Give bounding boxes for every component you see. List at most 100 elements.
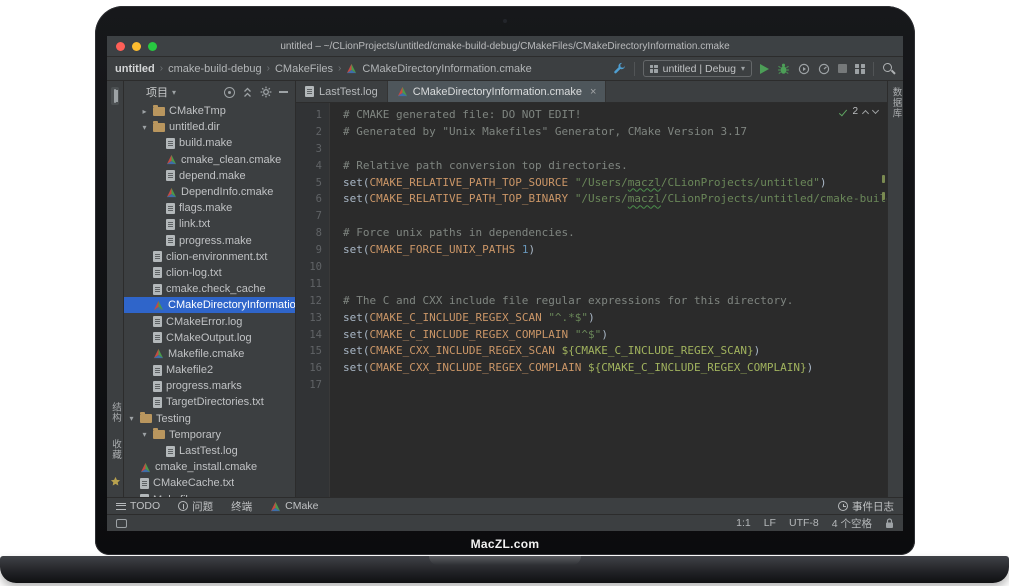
folder-icon: [153, 430, 165, 439]
inspection-widget[interactable]: 2: [839, 106, 878, 117]
code-line[interactable]: set(CMAKE_RELATIVE_PATH_TOP_SOURCE "/Use…: [343, 175, 887, 192]
tree-item[interactable]: link.txt: [124, 216, 295, 232]
code-line[interactable]: set(CMAKE_CXX_INCLUDE_REGEX_SCAN ${CMAKE…: [343, 343, 887, 360]
tree-item[interactable]: Makefile.cmake: [124, 346, 295, 362]
chevron-open-icon[interactable]: ▾: [140, 430, 149, 439]
breadcrumb-file[interactable]: CMakeDirectoryInformation.cmake: [362, 63, 531, 75]
project-panel-title[interactable]: 项目: [146, 84, 168, 100]
file-encoding[interactable]: UTF-8: [789, 517, 819, 529]
tool-window-switcher-icon[interactable]: [116, 519, 127, 528]
breadcrumb-project[interactable]: untitled: [115, 63, 155, 75]
minimize-window-button[interactable]: [132, 42, 141, 51]
hide-panel-icon[interactable]: [279, 91, 288, 93]
project-tool-button[interactable]: [111, 87, 119, 105]
file-icon: [153, 332, 162, 343]
lock-icon[interactable]: [885, 518, 894, 529]
coverage-button[interactable]: [798, 63, 810, 75]
stop-button[interactable]: [838, 64, 847, 73]
tree-item[interactable]: ▸CMakeTmp: [124, 103, 295, 119]
favorites-tool-button[interactable]: 收藏: [108, 439, 122, 460]
code-line[interactable]: set(CMAKE_FORCE_UNIX_PATHS 1): [343, 242, 887, 259]
tree-item[interactable]: clion-log.txt: [124, 265, 295, 281]
structure-tool-button[interactable]: 结构: [108, 402, 122, 423]
database-tool-button[interactable]: 数据库: [889, 87, 903, 119]
profiler-button[interactable]: [818, 63, 830, 75]
tree-item[interactable]: cmake_install.cmake: [124, 459, 295, 475]
cmake-tool-button[interactable]: CMake: [270, 500, 318, 512]
tree-item[interactable]: progress.make: [124, 233, 295, 249]
collapse-all-icon[interactable]: [242, 87, 253, 98]
code-line[interactable]: [343, 377, 887, 394]
code-line[interactable]: # Force unix paths in dependencies.: [343, 225, 887, 242]
code-line[interactable]: # The C and CXX include file regular exp…: [343, 293, 887, 310]
code-line[interactable]: [343, 141, 887, 158]
prev-problem-icon[interactable]: [862, 109, 869, 116]
locate-icon[interactable]: [224, 87, 235, 98]
tree-item[interactable]: CMakeError.log: [124, 313, 295, 329]
code-line[interactable]: [343, 208, 887, 225]
tree-item[interactable]: CMakeOutput.log: [124, 330, 295, 346]
zoom-window-button[interactable]: [148, 42, 157, 51]
code-area[interactable]: # CMAKE generated file: DO NOT EDIT!# Ge…: [330, 103, 887, 497]
code-line[interactable]: # Relative path conversion top directori…: [343, 158, 887, 175]
tree-item[interactable]: clion-environment.txt: [124, 249, 295, 265]
next-problem-icon[interactable]: [872, 107, 879, 114]
code-line[interactable]: [343, 276, 887, 293]
code-line[interactable]: # CMAKE generated file: DO NOT EDIT!: [343, 107, 887, 124]
tree-item[interactable]: ▾Testing: [124, 411, 295, 427]
indent-setting[interactable]: 4 个空格: [832, 516, 872, 531]
tree-item[interactable]: LastTest.log: [124, 443, 295, 459]
tree-item[interactable]: ▾untitled.dir: [124, 119, 295, 135]
terminal-tool-button[interactable]: 终端: [231, 499, 252, 514]
code-line[interactable]: # Generated by "Unix Makefiles" Generato…: [343, 124, 887, 141]
tab-cmakedirectoryinformation[interactable]: CMakeDirectoryInformation.cmake ×: [388, 81, 607, 102]
run-config-label: untitled | Debug: [663, 63, 736, 75]
tree-item[interactable]: Makefile2: [124, 362, 295, 378]
line-number: 5: [296, 175, 329, 192]
traffic-lights: [116, 42, 157, 51]
caret-position[interactable]: 1:1: [736, 517, 751, 529]
tree-item[interactable]: ▾Temporary: [124, 427, 295, 443]
close-tab-icon[interactable]: ×: [590, 86, 596, 98]
log-file-icon: [305, 86, 314, 97]
project-tree[interactable]: ▸CMakeTmp▾untitled.dirbuild.makecmake_cl…: [124, 103, 295, 497]
search-everywhere-button[interactable]: [882, 62, 895, 75]
tree-item[interactable]: cmake_clean.cmake: [124, 152, 295, 168]
tree-item[interactable]: depend.make: [124, 168, 295, 184]
breadcrumb-dir[interactable]: cmake-build-debug: [168, 63, 262, 75]
run-button[interactable]: [760, 64, 769, 74]
breadcrumb-dir[interactable]: CMakeFiles: [275, 63, 333, 75]
code-line[interactable]: set(CMAKE_C_INCLUDE_REGEX_COMPLAIN "^$"): [343, 327, 887, 344]
tree-item[interactable]: progress.marks: [124, 378, 295, 394]
chevron-closed-icon[interactable]: ▸: [140, 107, 149, 116]
tree-item[interactable]: DependInfo.cmake: [124, 184, 295, 200]
event-log-button[interactable]: 事件日志: [838, 499, 894, 514]
tree-item[interactable]: flags.make: [124, 200, 295, 216]
tab-lasttest-log[interactable]: LastTest.log: [296, 81, 388, 102]
debug-button[interactable]: [777, 62, 790, 75]
code-line[interactable]: set(CMAKE_C_INCLUDE_REGEX_SCAN "^.*$"): [343, 310, 887, 327]
wrench-icon[interactable]: [613, 62, 626, 75]
star-icon[interactable]: [110, 476, 121, 487]
tree-item[interactable]: TargetDirectories.txt: [124, 394, 295, 410]
problems-tool-button[interactable]: 问题: [178, 499, 213, 514]
tree-item[interactable]: cmake.check_cache: [124, 281, 295, 297]
line-number: 16: [296, 360, 329, 377]
error-stripe-mark[interactable]: [882, 192, 885, 200]
tree-item[interactable]: CMakeCache.txt: [124, 475, 295, 491]
line-ending[interactable]: LF: [764, 517, 776, 529]
settings-gear-icon[interactable]: [260, 86, 272, 98]
chevron-down-icon[interactable]: ▾: [172, 88, 176, 97]
code-line[interactable]: [343, 259, 887, 276]
tree-item[interactable]: CMakeDirectoryInformation.cmake: [124, 297, 295, 313]
chevron-open-icon[interactable]: ▾: [127, 414, 136, 423]
code-line[interactable]: set(CMAKE_RELATIVE_PATH_TOP_BINARY "/Use…: [343, 191, 887, 208]
code-line[interactable]: set(CMAKE_CXX_INCLUDE_REGEX_COMPLAIN ${C…: [343, 360, 887, 377]
close-window-button[interactable]: [116, 42, 125, 51]
chevron-open-icon[interactable]: ▾: [140, 123, 149, 132]
tool-windows-icon[interactable]: [855, 64, 865, 74]
todo-tool-button[interactable]: TODO: [116, 500, 160, 512]
run-config-select[interactable]: untitled | Debug ▾: [643, 60, 752, 77]
error-stripe-mark[interactable]: [882, 175, 885, 183]
tree-item[interactable]: build.make: [124, 135, 295, 151]
